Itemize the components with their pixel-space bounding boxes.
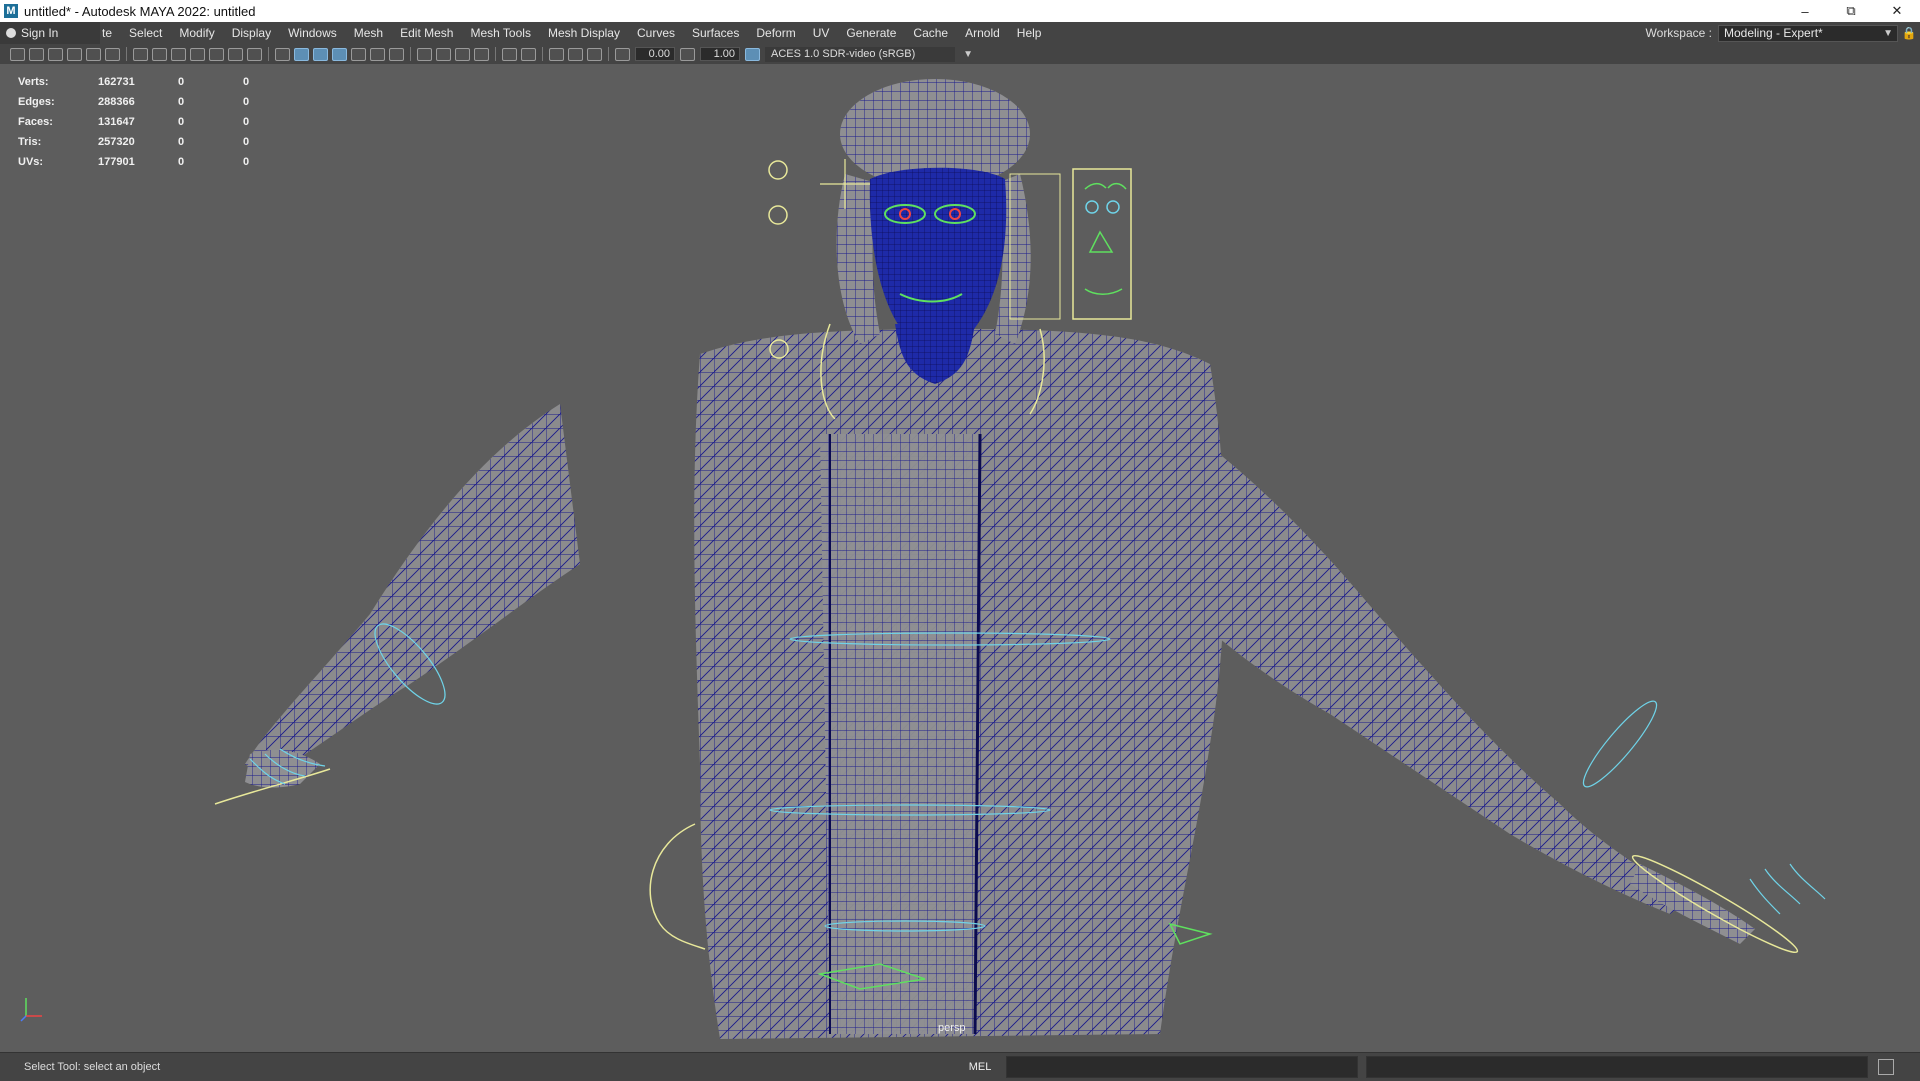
menu-item-generate[interactable]: Generate xyxy=(837,26,904,40)
workspace-area: Workspace : Modeling - Expert* ▼ 🔒 xyxy=(1646,22,1920,44)
command-line-input[interactable] xyxy=(1006,1056,1358,1078)
gate-mask-icon[interactable] xyxy=(190,47,205,61)
help-line: Select Tool: select an object MEL xyxy=(0,1052,1920,1081)
resolution-gate-icon[interactable] xyxy=(171,47,186,61)
menu-item-help[interactable]: Help xyxy=(1008,26,1050,40)
use-all-lights-icon[interactable] xyxy=(370,47,385,61)
menu-item-display[interactable]: Display xyxy=(223,26,279,40)
hud-row-edges: Edges: 288366 0 0 xyxy=(18,96,250,108)
sign-in-label: Sign In xyxy=(21,26,59,40)
default-material-icon[interactable] xyxy=(313,47,328,61)
menu-item-surfaces[interactable]: Surfaces xyxy=(683,26,747,40)
shadows-icon[interactable] xyxy=(389,47,404,61)
bookmark-icon[interactable] xyxy=(48,47,63,61)
textured-icon[interactable] xyxy=(351,47,366,61)
grease-pencil-icon[interactable] xyxy=(105,47,120,61)
chevron-down-icon: ▼ xyxy=(1883,27,1893,39)
menu-item-partial[interactable]: te xyxy=(100,26,120,40)
maya-logo-icon: M xyxy=(4,4,18,18)
safe-title-icon[interactable] xyxy=(247,47,262,61)
shirt-mesh xyxy=(820,434,980,1034)
hud-row-verts: Verts: 162731 0 0 xyxy=(18,76,250,88)
menu-item-edit-mesh[interactable]: Edit Mesh xyxy=(391,26,461,40)
help-message: Select Tool: select an object xyxy=(24,1061,161,1073)
user-icon xyxy=(6,28,16,38)
menu-item-mesh[interactable]: Mesh xyxy=(345,26,391,40)
character-mesh[interactable] xyxy=(0,64,1920,1039)
safe-action-icon[interactable] xyxy=(228,47,243,61)
backface-culling-icon[interactable] xyxy=(587,47,602,61)
wireframe-on-shaded-icon[interactable] xyxy=(332,47,347,61)
film-gate-icon[interactable] xyxy=(152,47,167,61)
image-plane-icon[interactable] xyxy=(67,47,82,61)
sign-in-button[interactable]: Sign In xyxy=(0,22,100,44)
hud-row-faces: Faces: 131647 0 0 xyxy=(18,116,250,128)
lock-icon[interactable]: 🔒 xyxy=(1898,26,1920,40)
menu-item-cache[interactable]: Cache xyxy=(904,26,956,40)
hud-row-tris: Tris: 257320 0 0 xyxy=(18,136,250,148)
xray-icon[interactable] xyxy=(521,47,536,61)
menu-item-select[interactable]: Select xyxy=(120,26,170,40)
menu-item-modify[interactable]: Modify xyxy=(170,26,222,40)
hud-row-uvs: UVs: 177901 0 0 xyxy=(18,156,250,168)
xray-joints-icon[interactable] xyxy=(568,47,583,61)
isolate-select-icon[interactable] xyxy=(502,47,517,61)
minimize-button[interactable]: – xyxy=(1782,0,1828,22)
camera-label: persp xyxy=(938,1022,966,1034)
poly-count-hud: Verts: 162731 0 0 Edges: 288366 0 0 Face… xyxy=(18,72,283,172)
restore-button[interactable]: ⧉ xyxy=(1828,0,1874,22)
wireframe-icon[interactable] xyxy=(275,47,290,61)
menu-item-mesh-display[interactable]: Mesh Display xyxy=(539,26,628,40)
depth-of-field-icon[interactable] xyxy=(474,47,489,61)
left-arm-mesh xyxy=(245,404,580,779)
window-title: untitled* - Autodesk MAYA 2022: untitled xyxy=(24,3,256,19)
motion-blur-icon[interactable] xyxy=(436,47,451,61)
script-editor-icon[interactable] xyxy=(1878,1059,1894,1075)
menu-item-curves[interactable]: Curves xyxy=(628,26,683,40)
menu-item-mesh-tools[interactable]: Mesh Tools xyxy=(461,26,538,40)
command-result-field xyxy=(1366,1056,1868,1078)
right-arm-mesh xyxy=(1150,404,1690,914)
view-transform-dropdown[interactable]: ACES 1.0 SDR-video (sRGB) ▼ xyxy=(765,46,973,62)
menu-item-arnold[interactable]: Arnold xyxy=(956,26,1008,40)
workspace-dropdown[interactable]: Modeling - Expert* ▼ xyxy=(1718,24,1898,42)
menu-bar: Sign In te Select Modify Display Windows… xyxy=(0,22,1920,44)
maya-window: M untitled* - Autodesk MAYA 2022: untitl… xyxy=(0,0,1920,1081)
menu-item-windows[interactable]: Windows xyxy=(279,26,345,40)
view-axis-icon xyxy=(20,998,42,1022)
color-management-icon[interactable] xyxy=(745,47,760,61)
workspace-label: Workspace : xyxy=(1645,26,1712,40)
two-d-pan-icon[interactable] xyxy=(86,47,101,61)
chevron-down-icon: ▼ xyxy=(963,48,973,60)
gamma-field[interactable]: 1.00 xyxy=(700,47,740,61)
face-mesh xyxy=(869,167,1007,351)
xray-active-icon[interactable] xyxy=(549,47,564,61)
close-button[interactable]: ✕ xyxy=(1874,0,1920,22)
workspace-value: Modeling - Expert* xyxy=(1724,26,1823,40)
field-chart-icon[interactable] xyxy=(209,47,224,61)
mel-toggle[interactable]: MEL xyxy=(960,1061,1000,1073)
left-hand-mesh xyxy=(245,749,320,788)
viewport-persp[interactable]: Verts: 162731 0 0 Edges: 288366 0 0 Face… xyxy=(0,64,1920,1039)
camera-attributes-icon[interactable] xyxy=(29,47,44,61)
camera-icon[interactable] xyxy=(10,47,25,61)
screen-space-ao-icon[interactable] xyxy=(417,47,432,61)
title-bar: M untitled* - Autodesk MAYA 2022: untitl… xyxy=(0,0,1920,22)
view-transform-value: ACES 1.0 SDR-video (sRGB) xyxy=(771,48,916,60)
gamma-icon[interactable] xyxy=(680,47,695,61)
panel-toolbar: 0.00 1.00 ACES 1.0 SDR-video (sRGB) ▼ xyxy=(0,44,1920,65)
anti-aliasing-icon[interactable] xyxy=(455,47,470,61)
exposure-field[interactable]: 0.00 xyxy=(635,47,675,61)
exposure-icon[interactable] xyxy=(615,47,630,61)
grid-icon[interactable] xyxy=(133,47,148,61)
menu-item-uv[interactable]: UV xyxy=(804,26,838,40)
menu-item-deform[interactable]: Deform xyxy=(747,26,803,40)
smooth-shade-icon[interactable] xyxy=(294,47,309,61)
